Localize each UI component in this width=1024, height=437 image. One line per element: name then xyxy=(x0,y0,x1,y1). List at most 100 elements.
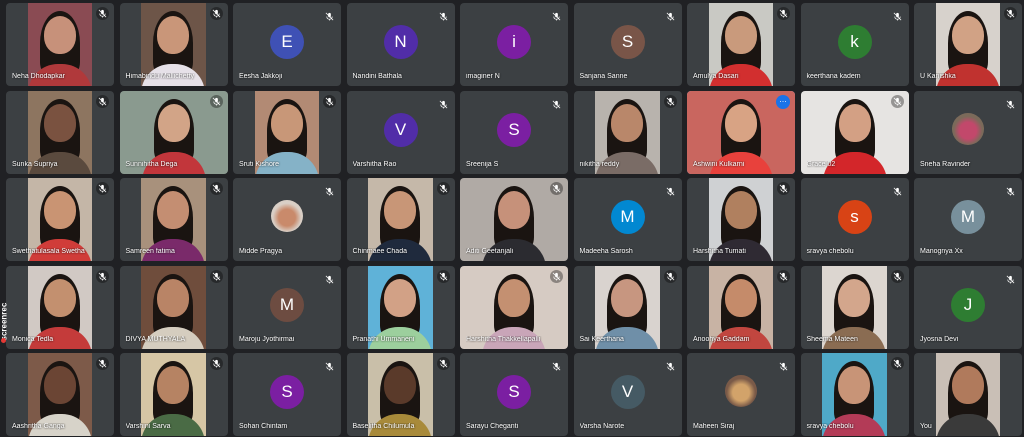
participant-tile[interactable]: Pranathi Ummaneni xyxy=(346,265,455,349)
mic-muted-icon xyxy=(436,269,450,283)
participant-avatar: M xyxy=(610,200,645,234)
mic-muted-icon xyxy=(325,358,334,371)
mic-muted-icon xyxy=(666,8,675,21)
mic-muted-icon xyxy=(777,182,790,195)
participant-name: sravya chebolu xyxy=(806,248,854,255)
participant-name: imaginer N xyxy=(466,73,500,80)
participant-avatar: k xyxy=(837,25,872,59)
participant-name: Aditi Geetanjali xyxy=(466,248,514,255)
participant-name: Sanjana Sanne xyxy=(579,73,628,80)
participant-tile[interactable]: M Madeeha Sarosh xyxy=(573,178,682,261)
participant-tile[interactable]: S Sohan Chintam xyxy=(233,353,341,436)
participant-tile[interactable]: Swethatulasala Swetha xyxy=(6,178,114,261)
participant-tile[interactable]: Sai Keerthana xyxy=(573,265,682,349)
participant-name: Aashritha Ganga xyxy=(12,423,65,430)
participant-tile[interactable]: S Sarayu Cheganti xyxy=(460,353,568,436)
participant-tile[interactable]: S Sreenija S xyxy=(460,90,568,174)
participant-tile[interactable]: nikitha reddy xyxy=(573,90,682,174)
participant-name: Ashwini Kulkarni xyxy=(693,160,745,168)
participant-name: Samreen fatima xyxy=(125,248,175,255)
participant-tile[interactable]: Anoohya Gaddam xyxy=(687,265,795,349)
participant-tile[interactable]: Monica Tedla xyxy=(6,265,114,349)
participant-name: Sheema Mateen xyxy=(806,335,858,343)
participant-tile[interactable]: Himabindu Mallichetty xyxy=(119,3,228,86)
participant-tile[interactable]: You xyxy=(914,353,1022,436)
participant-tile[interactable]: Sheema Mateen xyxy=(800,265,909,349)
participant-tile[interactable]: Maheen Siraj xyxy=(687,353,795,436)
participant-tile[interactable]: Sneha Ravinder xyxy=(914,90,1022,174)
participant-tile[interactable]: sravya chebolu xyxy=(800,353,909,436)
participant-avatar: N xyxy=(383,25,418,59)
watermark-record-dot-icon xyxy=(1,338,6,343)
participant-tile[interactable]: Grace 02 xyxy=(800,90,909,174)
participant-name: Himabindu Mallichetty xyxy=(125,73,194,80)
participant-tile[interactable]: Harshitha Thakkellapalli xyxy=(460,265,568,349)
participant-tile[interactable]: Amulya Dasari xyxy=(687,3,795,86)
participant-tile[interactable]: Neha Dhodapkar xyxy=(6,3,114,86)
participant-name: Madeeha Sarosh xyxy=(579,248,633,255)
mic-muted-icon xyxy=(439,8,448,21)
participant-name: Sunka Supriya xyxy=(12,160,58,168)
participant-avatar: V xyxy=(610,375,645,409)
mic-muted-icon xyxy=(436,182,450,195)
participant-tile[interactable]: Sruti Kishore xyxy=(233,90,341,174)
participant-tile[interactable]: Samreen fatima xyxy=(119,178,228,261)
participant-tile[interactable]: S Sanjana Sanne xyxy=(573,3,682,86)
participant-tile[interactable]: Varshini Sarva xyxy=(119,353,228,436)
participant-tile[interactable]: Sunka Supriya xyxy=(6,90,114,174)
participant-name: U Kanishka xyxy=(920,73,956,80)
participant-name: Pranathi Ummaneni xyxy=(352,335,415,343)
participant-avatar: s xyxy=(837,200,872,234)
participant-name: Manognya Xx xyxy=(920,248,963,255)
mic-muted-icon xyxy=(666,183,675,196)
participant-tile[interactable]: i imaginer N xyxy=(460,3,568,86)
participant-tile[interactable]: J Jyosna Devi xyxy=(914,265,1022,349)
participant-tile[interactable]: U Kanishka xyxy=(914,3,1022,86)
participant-tile[interactable]: Aashritha Ganga xyxy=(6,353,114,436)
participant-name: Swethatulasala Swetha xyxy=(12,248,85,255)
participant-avatar: S xyxy=(497,375,531,409)
participant-name: You xyxy=(920,423,932,430)
mic-muted-icon xyxy=(325,183,334,196)
participant-tile[interactable]: Baselitha Chilumula xyxy=(346,353,455,436)
participant-tile[interactable]: s sravya chebolu xyxy=(800,178,909,261)
more-options-icon[interactable]: … xyxy=(776,94,790,109)
participant-tile[interactable]: DIVYA MUTHYALA xyxy=(119,265,228,349)
participant-tile[interactable]: V Varshitha Rao xyxy=(346,90,455,174)
mic-muted-icon xyxy=(1006,96,1015,109)
screenrec-watermark: screenrec xyxy=(0,288,9,344)
participant-tile[interactable]: Chinmaee Chada xyxy=(346,178,455,261)
participant-avatar: M xyxy=(951,200,985,234)
participant-tile[interactable]: Sunnihitha Dega xyxy=(119,90,228,174)
participant-tile[interactable]: M Maroju Jyothirmai xyxy=(233,265,341,349)
mic-muted-icon xyxy=(550,182,563,195)
participant-tile[interactable]: N Nandini Bathala xyxy=(346,3,455,86)
participant-tile[interactable]: E Eesha Jakkoji xyxy=(233,3,341,86)
mic-muted-icon xyxy=(663,269,677,283)
participant-name: Harshitha Tumati xyxy=(693,248,746,255)
participant-tile[interactable]: Aditi Geetanjali xyxy=(460,178,568,261)
participant-avatar: V xyxy=(383,112,418,147)
participant-name: Eesha Jakkoji xyxy=(239,73,283,80)
mic-muted-icon xyxy=(436,357,450,370)
mic-muted-icon xyxy=(552,358,561,371)
participant-name: nikitha reddy xyxy=(579,160,620,168)
participant-name: Sreenija S xyxy=(466,160,499,168)
participant-tile[interactable]: Harshitha Tumati xyxy=(687,178,795,261)
participant-avatar: S xyxy=(610,25,645,59)
participant-tile[interactable]: M Manognya Xx xyxy=(914,178,1022,261)
participant-tile[interactable]: … Ashwini Kulkarni xyxy=(687,90,795,174)
participant-tile[interactable]: V Varsha Narote xyxy=(573,353,682,436)
participant-photo-avatar xyxy=(271,200,303,232)
mic-muted-icon xyxy=(663,94,677,108)
mic-muted-icon xyxy=(439,96,448,109)
mic-muted-icon xyxy=(890,94,904,108)
mic-muted-icon xyxy=(777,269,790,283)
mic-muted-icon xyxy=(666,358,675,371)
participant-tile[interactable]: Midde Pragya xyxy=(233,178,341,261)
participant-tile[interactable]: k keerthana kadem xyxy=(800,3,909,86)
participant-name: Maroju Jyothirmai xyxy=(239,335,295,343)
watermark-text: screenrec xyxy=(0,302,9,341)
participant-avatar: i xyxy=(497,25,531,59)
mic-muted-icon xyxy=(209,7,223,20)
